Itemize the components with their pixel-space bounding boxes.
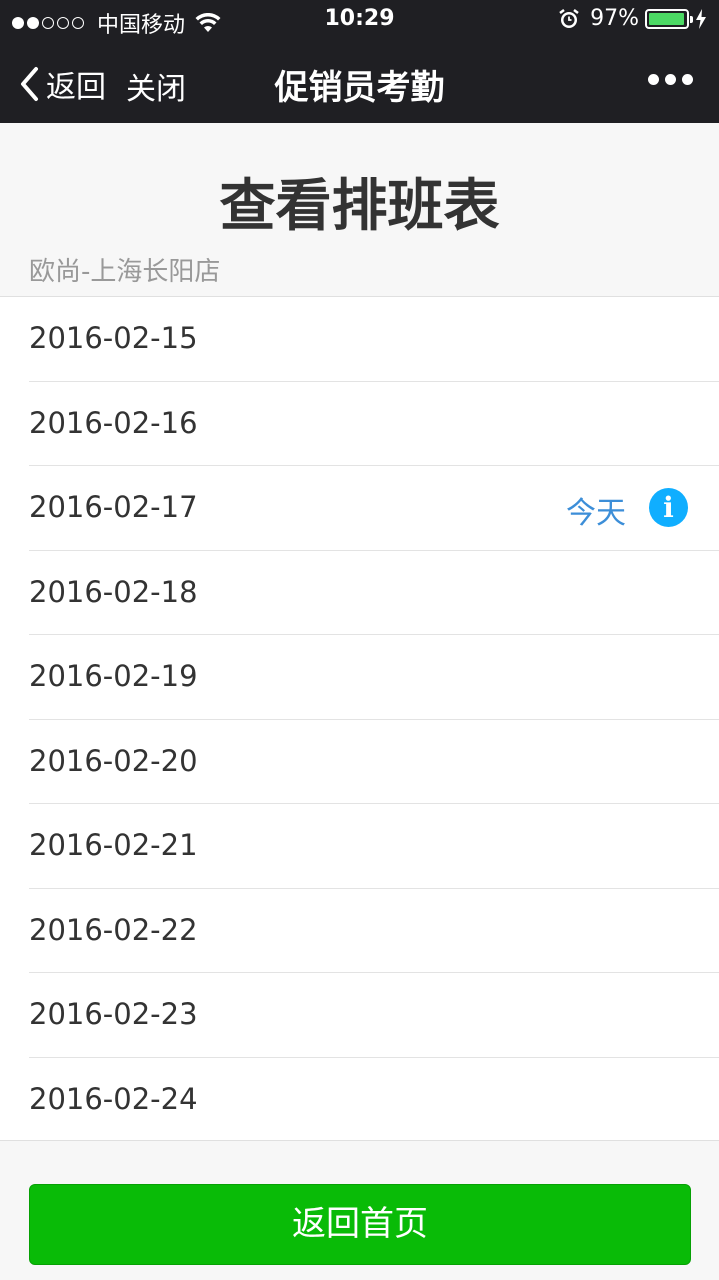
date-row[interactable]: 2016-02-24 xyxy=(0,1058,719,1143)
date-text: 2016-02-23 xyxy=(29,997,198,1031)
date-text: 2016-02-20 xyxy=(29,743,198,778)
more-dot-icon xyxy=(682,74,693,85)
date-row[interactable]: 2016-02-15 xyxy=(0,297,719,382)
more-options-button[interactable] xyxy=(642,74,693,85)
date-text: 2016-02-16 xyxy=(29,405,198,440)
date-row[interactable]: 2016-02-20 xyxy=(0,720,719,805)
nav-bar: 返回 关闭 促销员考勤 xyxy=(0,40,719,123)
battery-percent: 97% xyxy=(590,6,639,31)
date-text: 2016-02-24 xyxy=(29,1081,198,1116)
charging-bolt-icon xyxy=(696,8,706,29)
nav-title: 促销员考勤 xyxy=(274,68,445,108)
date-text: 2016-02-17 xyxy=(29,490,198,524)
return-home-button[interactable]: 返回首页 xyxy=(29,1184,691,1265)
date-text: 2016-02-19 xyxy=(29,659,198,693)
date-text: 2016-02-21 xyxy=(29,828,198,862)
status-right: 97% xyxy=(558,6,707,31)
alarm-icon xyxy=(559,8,579,28)
date-text: 2016-02-15 xyxy=(29,321,198,355)
date-row[interactable]: 2016-02-19 xyxy=(0,635,719,720)
date-text: 2016-02-22 xyxy=(29,912,198,947)
date-row[interactable]: 2016-02-22 xyxy=(0,889,719,974)
date-row[interactable]: 2016-02-17 今天 i xyxy=(0,466,719,551)
more-dot-icon xyxy=(665,74,676,85)
info-icon[interactable]: i xyxy=(649,488,688,527)
date-row[interactable]: 2016-02-16 xyxy=(0,382,719,467)
schedule-date-list: 2016-02-15 2016-02-16 2016-02-17 今天 i 2016-02… xyxy=(0,296,719,1141)
store-name: 欧尚-上海长阳店 xyxy=(29,257,221,287)
status-bar: 中国移动 10:29 97% xyxy=(0,0,719,40)
page-title: 查看排班表 xyxy=(219,174,500,239)
battery-icon xyxy=(645,8,693,29)
today-label: 今天 xyxy=(566,496,626,531)
date-row[interactable]: 2016-02-21 xyxy=(0,804,719,889)
date-row[interactable]: 2016-02-18 xyxy=(0,551,719,636)
date-row[interactable]: 2016-02-23 xyxy=(0,973,719,1058)
page-header: 查看排班表 欧尚-上海长阳店 xyxy=(0,123,719,296)
date-text: 2016-02-18 xyxy=(29,574,198,609)
more-dot-icon xyxy=(648,74,659,85)
